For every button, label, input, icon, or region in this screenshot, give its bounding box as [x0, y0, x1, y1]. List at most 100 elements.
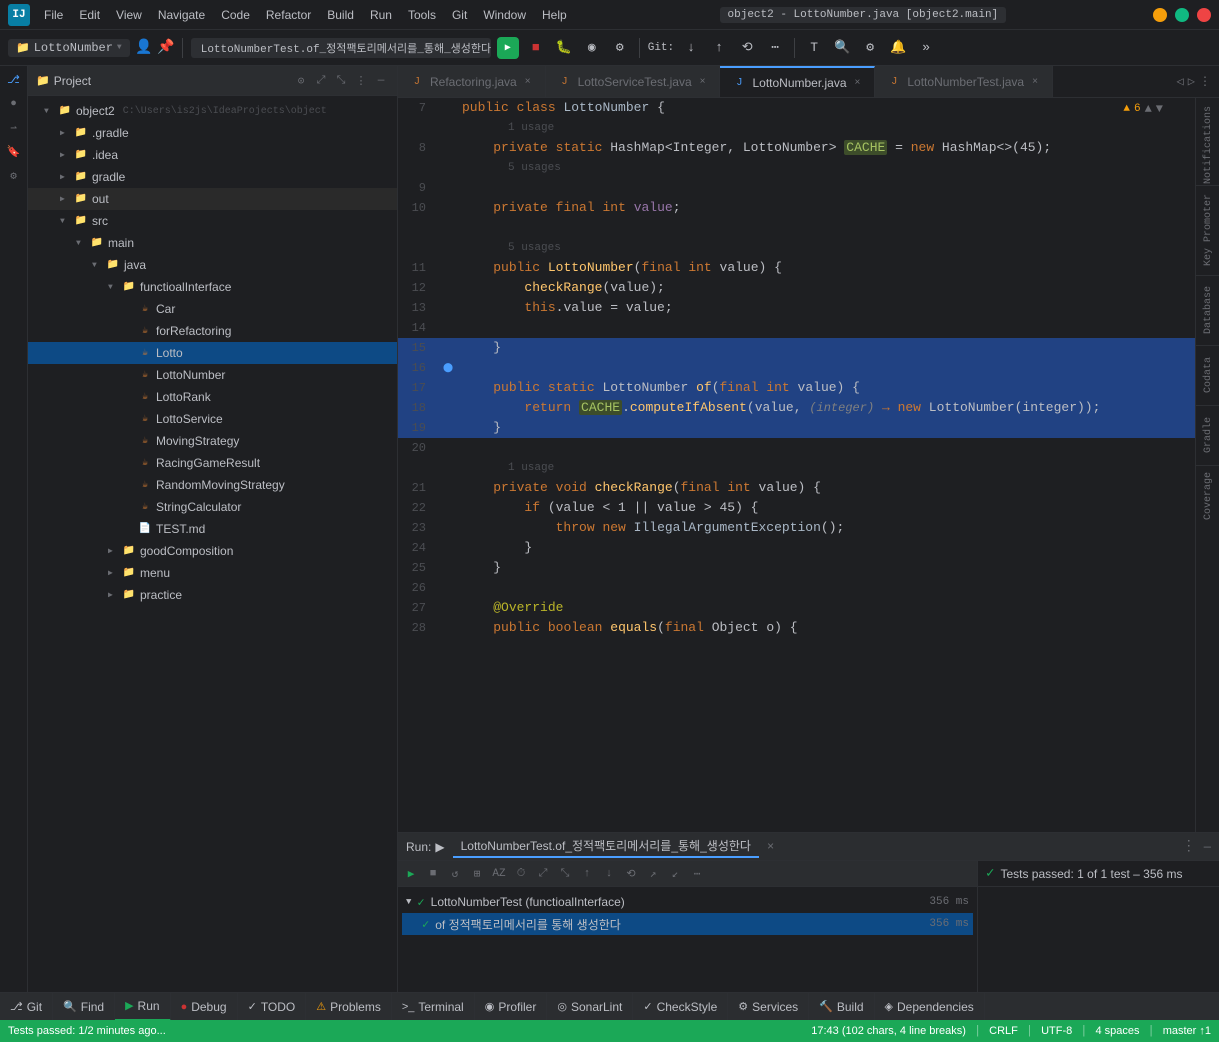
tab-close-4[interactable]: × [1030, 74, 1040, 89]
tree-item-gradle[interactable]: ▶ 📁 .gradle [28, 122, 397, 144]
run-tab-close[interactable]: × [767, 840, 774, 854]
run-minimize-icon[interactable]: — [1204, 840, 1211, 854]
bottom-profiler-btn[interactable]: ◉ Profiler [475, 993, 548, 1021]
status-git-branch[interactable]: master ↑1 [1163, 1025, 1211, 1037]
tab-close-1[interactable]: × [523, 74, 533, 89]
tree-item-randommov[interactable]: ▶ ☕ RandomMovingStrategy [28, 474, 397, 496]
menu-help[interactable]: Help [536, 6, 573, 24]
run-collapse-btn[interactable]: ⤡ [556, 865, 574, 883]
bottom-dependencies-btn[interactable]: ◈ Dependencies [875, 993, 985, 1021]
tab-scroll-right[interactable]: ▷ [1188, 74, 1195, 89]
run-configuration[interactable]: LottoNumberTest.of_정적팩토리메서리를_통해_생성한다 ▼ [191, 38, 491, 58]
status-charset[interactable]: UTF-8 [1041, 1025, 1072, 1037]
menu-run[interactable]: Run [364, 6, 398, 24]
tab-close-3[interactable]: × [853, 75, 863, 90]
run-expand-btn[interactable]: ⤢ [534, 865, 552, 883]
run-rerun-btn[interactable]: ↺ [446, 865, 464, 883]
tree-item-java[interactable]: ▼ 📁 java [28, 254, 397, 276]
tree-item-out[interactable]: ▶ 📁 out [28, 188, 397, 210]
bottom-debug-btn[interactable]: ● Debug [171, 993, 238, 1021]
settings-gutter-icon[interactable]: ⚙ [4, 166, 24, 186]
menu-build[interactable]: Build [321, 6, 360, 24]
panel-sync-icon[interactable]: ⊙ [293, 73, 309, 89]
translate-button[interactable]: T [803, 37, 825, 59]
tab-close-2[interactable]: × [698, 74, 708, 89]
git-history-button[interactable]: ⟲ [736, 37, 758, 59]
run-filter-btn[interactable]: ⊞ [468, 865, 486, 883]
test-row-method[interactable]: ✓ of 정적팩토리메서리를 통해 생성한다 356 ms [402, 913, 973, 935]
tree-item-practice[interactable]: ▶ 📁 practice [28, 584, 397, 606]
panel-minimize-icon[interactable]: — [373, 73, 389, 89]
run-more-actions-btn[interactable]: ⋯ [688, 865, 706, 883]
tree-item-gradle2[interactable]: ▶ 📁 gradle [28, 166, 397, 188]
notifications-panel-btn[interactable]: Notifications [1196, 106, 1219, 186]
tab-lottonumbertest[interactable]: J LottoNumberTest.java × [875, 66, 1053, 98]
coverage-button[interactable]: ◉ [581, 37, 603, 59]
menu-tools[interactable]: Tools [402, 6, 442, 24]
run-tab[interactable]: LottoNumberTest.of_정적팩토리메서리를_통해_생성한다 [453, 835, 759, 858]
tree-item-main[interactable]: ▼ 📁 main [28, 232, 397, 254]
run-export-btn[interactable]: ↗ [644, 865, 662, 883]
more-actions-button[interactable]: » [915, 37, 937, 59]
tab-lottoservicetest[interactable]: J LottoServiceTest.java × [546, 66, 721, 98]
run-next-btn[interactable]: ↓ [600, 865, 618, 883]
bottom-terminal-btn[interactable]: >_ Terminal [392, 993, 475, 1021]
menu-code[interactable]: Code [215, 6, 256, 24]
bottom-run-btn[interactable]: ▶ Run [115, 993, 170, 1021]
bookmarks-gutter-icon[interactable]: 🔖 [4, 142, 24, 162]
panel-expand-icon[interactable]: ⤢ [313, 73, 329, 89]
panel-collapse-icon[interactable]: ⤡ [333, 73, 349, 89]
menu-git[interactable]: Git [446, 6, 473, 24]
tree-item-menu[interactable]: ▶ 📁 menu [28, 562, 397, 584]
debug-button[interactable]: 🐛 [553, 37, 575, 59]
run-play-btn[interactable]: ▶ [402, 865, 420, 883]
gradle-btn[interactable]: Gradle [1196, 406, 1219, 466]
tree-item-functioal[interactable]: ▼ 📁 functioalInterface [28, 276, 397, 298]
run-button[interactable]: ▶ [497, 37, 519, 59]
bottom-checkstyle-btn[interactable]: ✓ CheckStyle [633, 993, 728, 1021]
tree-item-movingstrategy[interactable]: ▶ ☕ MovingStrategy [28, 430, 397, 452]
tree-item-lotto[interactable]: ▶ ☕ Lotto [28, 342, 397, 364]
bottom-sonarlint-btn[interactable]: ◎ SonarLint [547, 993, 633, 1021]
git-gutter-icon[interactable]: ⎇ [4, 70, 24, 90]
tree-item-stringcalc[interactable]: ▶ ☕ StringCalculator [28, 496, 397, 518]
git-more-button[interactable]: ⋯ [764, 37, 786, 59]
profiler-button[interactable]: ⚙ [609, 37, 631, 59]
bottom-find-btn[interactable]: 🔍 Find [53, 993, 115, 1021]
status-indent[interactable]: 4 spaces [1095, 1025, 1139, 1037]
search-everywhere-button[interactable]: 🔍 [831, 37, 853, 59]
maximize-button[interactable] [1175, 8, 1189, 22]
codata-btn[interactable]: Codata [1196, 346, 1219, 406]
test-row-suite[interactable]: ▼ ✓ LottoNumberTest (functioalInterface)… [402, 891, 973, 913]
tree-item-lottorank[interactable]: ▶ ☕ LottoRank [28, 386, 397, 408]
code-editor[interactable]: ▲ 6 ▲ ▼ 7 public class LottoNumber { [398, 98, 1195, 832]
git-pull-button[interactable]: ↓ [680, 37, 702, 59]
close-button[interactable] [1197, 8, 1211, 22]
menu-window[interactable]: Window [477, 6, 532, 24]
tree-item-forRefactoring[interactable]: ▶ ☕ forRefactoring [28, 320, 397, 342]
tab-lottonumber[interactable]: J LottoNumber.java × [720, 66, 875, 98]
tree-item-lottoservice[interactable]: ▶ ☕ LottoService [28, 408, 397, 430]
minimize-button[interactable] [1153, 8, 1167, 22]
stop-button[interactable]: ■ [525, 37, 547, 59]
database-btn[interactable]: Database [1196, 276, 1219, 346]
tree-item-goodcomp[interactable]: ▶ 📁 goodComposition [28, 540, 397, 562]
run-import-btn[interactable]: ↙ [666, 865, 684, 883]
run-sort-dur-btn[interactable]: ⏱ [512, 865, 530, 883]
menu-refactor[interactable]: Refactor [260, 6, 317, 24]
coverage-btn[interactable]: Coverage [1196, 466, 1219, 526]
bottom-build-btn[interactable]: 🔨 Build [809, 993, 874, 1021]
bottom-todo-btn[interactable]: ✓ TODO [238, 993, 307, 1021]
bottom-git-btn[interactable]: ⎇ Git [0, 993, 53, 1021]
settings-button[interactable]: ⚙ [859, 37, 881, 59]
status-crlf[interactable]: CRLF [989, 1025, 1018, 1037]
tree-item-lottonumber[interactable]: ▶ ☕ LottoNumber [28, 364, 397, 386]
menu-edit[interactable]: Edit [73, 6, 106, 24]
run-history-btn[interactable]: ⟲ [622, 865, 640, 883]
pin-icon[interactable]: 📌 [158, 40, 174, 56]
run-prev-btn[interactable]: ↑ [578, 865, 596, 883]
tree-item-src[interactable]: ▼ 📁 src [28, 210, 397, 232]
menu-view[interactable]: View [110, 6, 148, 24]
bottom-problems-btn[interactable]: ⚠ Problems [306, 993, 392, 1021]
git-push-button[interactable]: ↑ [708, 37, 730, 59]
